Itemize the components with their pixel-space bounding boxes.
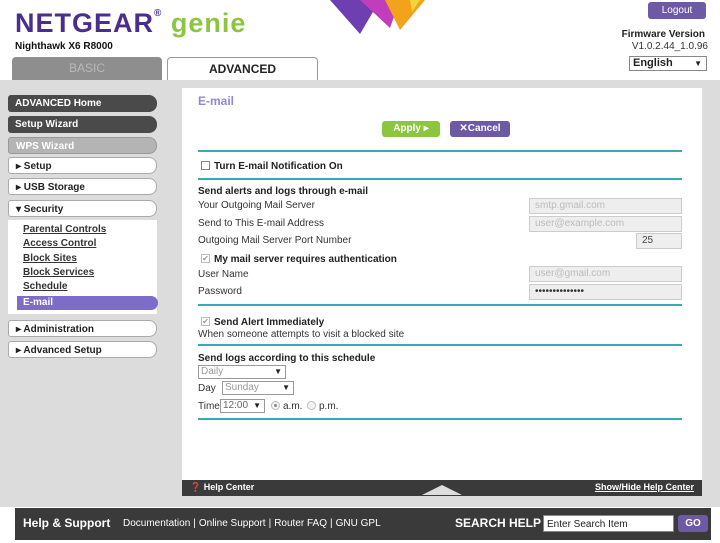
sidebar-security[interactable]: ▾ Security: [8, 200, 157, 217]
divider: [198, 418, 682, 420]
divider: [198, 304, 682, 306]
help-center-label: Help Center: [203, 482, 255, 492]
sidebar-item-email[interactable]: E-mail: [17, 296, 158, 310]
am-radio[interactable]: [271, 401, 280, 410]
online-support-link[interactable]: Online Support: [199, 518, 266, 529]
auth-checkbox[interactable]: ✔: [201, 254, 210, 263]
username-input[interactable]: user@gmail.com: [529, 266, 682, 282]
email-notification-label: Turn E-mail Notification On: [214, 161, 343, 172]
decorative-shapes-icon: [330, 0, 425, 34]
send-to-email-input[interactable]: user@example.com: [529, 216, 682, 232]
port-input[interactable]: 25: [636, 233, 682, 249]
outgoing-server-label: Your Outgoing Mail Server: [198, 200, 315, 211]
auth-label: My mail server requires authentication: [214, 254, 397, 265]
sidebar-item-parental-controls[interactable]: Parental Controls: [23, 224, 106, 235]
page-title: E-mail: [198, 94, 235, 108]
help-center-bar: ❓ Help Center Show/Hide Help Center: [182, 480, 702, 496]
help-support-title: Help & Support: [23, 516, 111, 530]
expand-arrow-icon[interactable]: [422, 485, 462, 495]
footer-links: Documentation | Online Support | Router FAQ |…: [123, 518, 381, 529]
schedule-heading: Send logs according to this schedule: [198, 353, 376, 364]
outgoing-server-input[interactable]: smtp.gmail.com: [529, 198, 682, 214]
sidebar-usb-storage[interactable]: ▸ USB Storage: [8, 178, 157, 195]
send-alert-description: When someone attempts to visit a blocked…: [198, 329, 405, 340]
am-label: a.m.: [283, 401, 303, 412]
logout-button[interactable]: Logout: [648, 2, 706, 19]
tab-basic[interactable]: BASIC: [12, 57, 162, 80]
router-model: Nighthawk X6 R8000: [15, 41, 113, 52]
time-select[interactable]: 12:00 ▼: [220, 399, 265, 413]
send-to-label: Send to This E-mail Address: [198, 218, 324, 229]
apply-button[interactable]: Apply ▸: [382, 121, 440, 137]
sidebar-setup[interactable]: ▸ Setup: [8, 157, 157, 174]
content-panel: E-mail Apply ▸ ✕Cancel Turn E-mail Notif…: [182, 88, 702, 480]
chevron-down-icon: ▼: [274, 367, 282, 376]
time-value: 12:00: [223, 400, 249, 411]
day-select[interactable]: Sunday ▼: [222, 381, 294, 395]
tab-advanced[interactable]: ADVANCED: [167, 57, 318, 80]
help-center-link[interactable]: ❓ Help Center: [190, 482, 254, 493]
chevron-down-icon: ▼: [282, 383, 290, 392]
port-label: Outgoing Mail Server Port Number: [198, 235, 352, 246]
question-icon: ❓: [190, 482, 202, 492]
password-label: Password: [198, 286, 242, 297]
pm-radio[interactable]: [307, 401, 316, 410]
password-input[interactable]: ••••••••••••••: [529, 284, 682, 300]
cancel-button[interactable]: ✕Cancel: [450, 121, 510, 137]
sidebar-item-block-services[interactable]: Block Services: [23, 267, 94, 278]
frequency-value: Daily: [201, 366, 224, 377]
day-value: Sunday: [225, 382, 259, 393]
sidebar-item-schedule[interactable]: Schedule: [23, 281, 67, 292]
language-value: English: [633, 57, 673, 69]
documentation-link[interactable]: Documentation: [123, 518, 190, 529]
footer: Help & Support Documentation | Online Supp…: [15, 508, 711, 540]
sidebar-item-block-sites[interactable]: Block Sites: [23, 253, 77, 264]
search-help-input[interactable]: Enter Search Item: [543, 515, 674, 532]
time-label: Time: [198, 401, 220, 412]
chevron-down-icon: ▼: [253, 401, 261, 410]
language-select[interactable]: English ▼: [629, 56, 707, 71]
username-label: User Name: [198, 269, 249, 280]
netgear-genie-logo: NETGEAR® genie: [15, 8, 246, 39]
sidebar-wps-wizard[interactable]: WPS Wizard: [8, 137, 157, 154]
header: NETGEAR® genie Nighthawk X6 R8000 Logout…: [0, 0, 720, 80]
send-alerts-heading: Send alerts and logs through e-mail: [198, 186, 369, 197]
gnu-gpl-link[interactable]: GNU GPL: [336, 518, 381, 529]
send-alert-label: Send Alert Immediately: [214, 317, 325, 328]
router-faq-link[interactable]: Router FAQ: [274, 518, 327, 529]
sidebar-item-access-control[interactable]: Access Control: [23, 238, 96, 249]
day-label: Day: [198, 383, 216, 394]
sidebar-setup-wizard[interactable]: Setup Wizard: [8, 116, 157, 133]
go-button[interactable]: GO: [678, 515, 708, 532]
firmware-version: V1.0.2.44_1.0.96: [631, 41, 708, 52]
email-notification-checkbox[interactable]: [201, 161, 210, 170]
brand-genie: genie: [162, 8, 247, 38]
chevron-down-icon: ▼: [694, 59, 702, 68]
sidebar-advanced-setup[interactable]: ▸ Advanced Setup: [8, 341, 157, 358]
sidebar-advanced-home[interactable]: ADVANCED Home: [8, 95, 157, 112]
frequency-select[interactable]: Daily ▼: [198, 365, 286, 379]
send-alert-checkbox[interactable]: ✔: [201, 317, 210, 326]
search-help-label: SEARCH HELP: [455, 516, 542, 530]
divider: [198, 150, 682, 152]
brand-netgear: NETGEAR: [15, 8, 155, 38]
divider: [198, 344, 682, 346]
sidebar-administration[interactable]: ▸ Administration: [8, 320, 157, 337]
firmware-title: Firmware Version: [621, 29, 705, 40]
pm-label: p.m.: [319, 401, 339, 412]
divider: [198, 178, 682, 180]
show-hide-help-link[interactable]: Show/Hide Help Center: [595, 482, 694, 492]
